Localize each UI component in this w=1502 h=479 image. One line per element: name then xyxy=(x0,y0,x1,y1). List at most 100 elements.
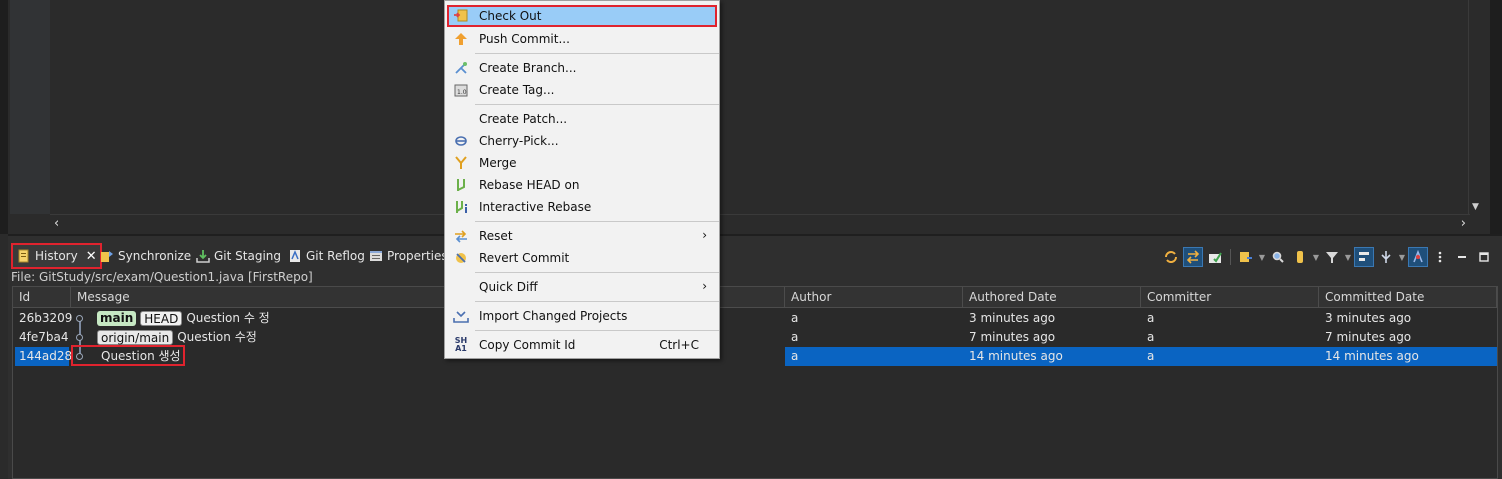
editor-vertical-scrollbar[interactable]: ▼ xyxy=(1468,0,1488,214)
menu-item-interactive-rebase[interactable]: Interactive Rebase xyxy=(447,196,717,218)
menu-item-revert-commit[interactable]: Revert Commit xyxy=(447,247,717,269)
menu-item-label: Interactive Rebase xyxy=(479,200,592,214)
show-first-parent-icon[interactable] xyxy=(1354,247,1374,267)
filter-icon[interactable] xyxy=(1322,247,1342,267)
refresh-icon[interactable] xyxy=(1161,247,1181,267)
history-icon xyxy=(17,249,31,263)
menu-item-copy-commit-id[interactable]: SH A1 Copy Commit Id Ctrl+C xyxy=(447,334,717,356)
scroll-down-arrow-icon[interactable]: ▼ xyxy=(1472,202,1479,212)
tab-git-staging[interactable]: Git Staging xyxy=(196,244,281,268)
menu-item-label: Check Out xyxy=(479,9,542,23)
chevron-down-icon[interactable]: ▼ xyxy=(1398,247,1406,267)
toolbar-separator xyxy=(1230,249,1231,265)
table-header: Id Message Author Authored Date Committe… xyxy=(13,287,1497,308)
editor-horizontal-scrollbar[interactable]: ‹ › xyxy=(50,214,1470,232)
editor-gutter xyxy=(10,0,50,214)
commit-table[interactable]: Id Message Author Authored Date Committe… xyxy=(12,286,1498,479)
commit-author: a xyxy=(791,311,799,325)
view-tab-bar: History ✕ Synchronize Git Staging Git Re… xyxy=(8,240,1502,270)
commit-node xyxy=(76,315,83,322)
tab-label: Synchronize xyxy=(118,249,192,263)
view-menu-icon[interactable] xyxy=(1430,247,1450,267)
tab-history[interactable]: History ✕ xyxy=(11,243,102,269)
branch-graph-icon[interactable] xyxy=(1408,247,1428,267)
menu-separator xyxy=(475,53,719,54)
file-path-label: File: GitStudy/src/exam/Question1.java [… xyxy=(11,270,313,284)
menu-item-create-patch[interactable]: Create Patch... xyxy=(447,108,717,130)
import-projects-icon xyxy=(453,308,469,324)
minimize-icon[interactable] xyxy=(1452,247,1472,267)
column-header-committed-date[interactable]: Committed Date xyxy=(1319,287,1497,308)
column-header-authored-date[interactable]: Authored Date xyxy=(963,287,1141,308)
table-row[interactable]: 26b3209 main HEAD Question 수 정 a 3 minutes… xyxy=(13,309,1497,328)
table-row[interactable]: 144ad28 Question 생성 a 14 minutes ago a 1… xyxy=(13,345,1497,366)
commit-author: a xyxy=(791,330,799,344)
show-all-branches-icon[interactable] xyxy=(1236,247,1256,267)
commit-committed-date: 3 minutes ago xyxy=(1325,311,1412,325)
menu-item-create-branch[interactable]: Create Branch... xyxy=(447,57,717,79)
submenu-arrow-icon: › xyxy=(702,279,707,293)
head-badge: HEAD xyxy=(140,311,183,326)
link-with-selection-icon[interactable] xyxy=(1183,247,1203,267)
filter-repository-icon[interactable] xyxy=(1290,247,1310,267)
menu-separator xyxy=(475,272,719,273)
git-reflog-icon xyxy=(288,249,302,263)
highlight-box xyxy=(71,345,185,366)
merge-icon xyxy=(453,155,469,171)
chevron-down-icon[interactable]: ▼ xyxy=(1344,247,1352,267)
commit-committed-date: 7 minutes ago xyxy=(1325,330,1412,344)
menu-item-cherry-pick[interactable]: Cherry-Pick... xyxy=(447,130,717,152)
properties-icon xyxy=(369,249,383,263)
menu-item-label: Reset xyxy=(479,229,513,243)
synchronize-icon xyxy=(100,249,114,263)
left-border xyxy=(0,0,8,234)
commit-authored-date: 14 minutes ago xyxy=(969,349,1063,363)
menu-item-label: Cherry-Pick... xyxy=(479,134,559,148)
menu-item-shortcut: Ctrl+C xyxy=(659,338,699,352)
menu-item-label: Copy Commit Id xyxy=(479,338,576,352)
create-tag-icon: 1.0 xyxy=(453,82,469,98)
commit-authored-date: 3 minutes ago xyxy=(969,311,1056,325)
menu-item-rebase-head-on[interactable]: Rebase HEAD on xyxy=(447,174,717,196)
menu-item-label: Merge xyxy=(479,156,517,170)
tab-properties[interactable]: Properties xyxy=(369,244,448,268)
tab-label: History xyxy=(35,249,78,263)
remote-branch-badge: origin/main xyxy=(97,330,174,345)
compare-mode-icon[interactable] xyxy=(1205,247,1225,267)
context-menu: Check Out Push Commit... Create Branch..… xyxy=(444,0,720,359)
layout-icon[interactable] xyxy=(1376,247,1396,267)
menu-item-merge[interactable]: Merge xyxy=(447,152,717,174)
menu-item-push-commit[interactable]: Push Commit... xyxy=(447,28,717,50)
sha1-icon-text-bottom: A1 xyxy=(455,344,467,353)
chevron-down-icon[interactable]: ▼ xyxy=(1312,247,1320,267)
commit-authored-date: 7 minutes ago xyxy=(969,330,1056,344)
commit-id: 26b3209 xyxy=(19,311,73,325)
menu-item-import-changed-projects[interactable]: Import Changed Projects xyxy=(447,305,717,327)
menu-item-create-tag[interactable]: 1.0 Create Tag... xyxy=(447,79,717,101)
scroll-left-arrow-icon[interactable]: ‹ xyxy=(54,216,59,231)
tab-git-reflog[interactable]: Git Reflog xyxy=(288,244,365,268)
submenu-arrow-icon: › xyxy=(702,228,707,242)
push-commit-icon xyxy=(453,31,469,47)
column-header-committer[interactable]: Committer xyxy=(1141,287,1319,308)
menu-item-check-out[interactable]: Check Out xyxy=(447,5,717,27)
menu-item-label: Quick Diff xyxy=(479,280,538,294)
search-icon[interactable] xyxy=(1268,247,1288,267)
tab-synchronize[interactable]: Synchronize xyxy=(100,244,191,268)
menu-item-reset[interactable]: Reset › xyxy=(447,225,717,247)
commit-committer: a xyxy=(1147,311,1155,325)
column-header-author[interactable]: Author xyxy=(785,287,963,308)
scroll-right-arrow-icon[interactable]: › xyxy=(1461,216,1466,231)
menu-item-quick-diff[interactable]: Quick Diff › xyxy=(447,276,717,298)
checkout-icon xyxy=(453,8,469,24)
interactive-rebase-icon xyxy=(453,199,469,215)
chevron-down-icon[interactable]: ▼ xyxy=(1258,247,1266,267)
menu-item-label: Create Patch... xyxy=(479,112,568,126)
commit-node xyxy=(76,334,83,341)
maximize-icon[interactable] xyxy=(1474,247,1494,267)
git-staging-icon xyxy=(196,249,210,263)
close-icon[interactable]: ✕ xyxy=(86,249,97,264)
table-row[interactable]: 4fe7ba4 origin/main Question 수정 a 7 minut… xyxy=(13,328,1497,347)
column-header-id[interactable]: Id xyxy=(13,287,71,308)
reset-icon xyxy=(453,228,469,244)
